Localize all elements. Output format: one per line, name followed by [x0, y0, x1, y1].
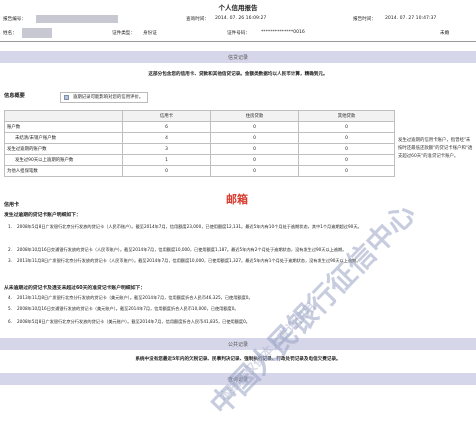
item-text: 2013年11月8日广发银行北京分行发放的贷记卡（美元账户）。截至2014年7月…: [17, 295, 253, 300]
row-label: 未结清/未销户账户数: [4, 132, 123, 144]
header-row-2: 姓名： 证件类型： 身份证 证件号码： **************0016 未…: [0, 28, 476, 38]
credit-card-title: 信用卡: [4, 202, 20, 208]
list-item: 4. 2013年11月8日广发银行北京分行发放的贷记卡（美元账户）。截至2014年…: [8, 295, 474, 301]
overdue-tip-text: 逾期记录可能影响对您的信用评价。: [73, 95, 144, 100]
normal-heading: 从未逾期过的贷记卡及透支未超过60天的准贷记卡账户明细如下：: [4, 286, 145, 291]
overdue-tip: 逾期记录可能影响对您的信用评价。: [60, 92, 149, 103]
summary-col-blank: [4, 110, 123, 122]
summary-title: 信息概要: [4, 93, 25, 99]
cell-other-loan: 0: [298, 165, 395, 177]
id-no-label: 证件号码：: [227, 31, 250, 36]
cell-credit-card: 3: [122, 143, 211, 155]
table-row: 发生过90天以上逾期的账户数 1 0 0: [4, 154, 395, 166]
item-text: 2008年10月16日交通银行发放的贷记卡（美元账户）。截至2014年7月，信用…: [17, 306, 239, 311]
overdue-heading: 发生过逾期的贷记卡账户明细如下：: [4, 213, 81, 218]
redacted-report-no: [36, 15, 118, 23]
cell-housing-loan: 0: [210, 154, 299, 166]
report-no-label: 报告编号：: [3, 17, 26, 22]
summary-header-row: 信用卡 住房贷款 其他贷款: [4, 110, 395, 122]
item-text: 2013年11月8日广发银行北京分行发放的贷记卡（人民币账户）。截至2014年7…: [17, 258, 361, 263]
summary-col-credit-card: 信用卡: [122, 110, 211, 122]
cell-other-loan: 0: [298, 143, 395, 155]
summary-side-note: 发生过逾期的信用卡账户，指曾经"未按时还最低还款额"的贷记卡账户和"透支超过60…: [398, 138, 473, 159]
item-index: 4.: [8, 295, 12, 300]
item-index: 5.: [8, 306, 12, 311]
id-type-value: 身份证: [143, 31, 157, 36]
cell-housing-loan: 0: [210, 132, 299, 144]
cell-credit-card: 0: [122, 165, 211, 177]
item-index: 1.: [8, 224, 12, 229]
report-time-label: 报告时间：: [353, 17, 376, 22]
item-text: 2008年5月8日广发银行北京分行发放的贷记卡（美元账户）。截至2014年7月，…: [17, 319, 250, 324]
table-row: 发生过逾期的账户数 3 0 0: [4, 143, 395, 155]
item-text: 2008年5月8日广发银行北京分行发放的贷记卡（人民币账户）。截至2014年7月…: [17, 224, 362, 229]
cell-housing-loan: 0: [210, 165, 299, 177]
query-time-label: 查询时间：: [186, 17, 209, 22]
cell-other-loan: 0: [298, 121, 395, 133]
credit-report-page: 个人信用报告 报告编号： 查询时间： 2014. 07. 26 16:09:27…: [0, 0, 476, 421]
cell-housing-loan: 0: [210, 143, 299, 155]
list-item: 6. 2008年5月8日广发银行北京分行发放的贷记卡（美元账户）。截至2014年7…: [8, 319, 474, 325]
list-item: 2. 2008年10月16日交通银行发放的贷记卡（人民币账户）。截至2014年7月…: [8, 247, 474, 253]
info-icon: [64, 95, 69, 100]
credit-records-notice: 这部分包含您的信用卡、贷款和其他信贷记录。金额类数据均以人民币计算，精确到元。: [148, 72, 328, 77]
row-label: 发生过90天以上逾期的账户数: [4, 154, 123, 166]
table-row: 账户数 6 0 0: [4, 121, 395, 133]
cell-other-loan: 0: [298, 132, 395, 144]
id-type-label: 证件类型：: [112, 31, 135, 36]
id-no-value: **************0016: [261, 30, 305, 35]
row-label: 发生过逾期的账户数: [4, 143, 123, 155]
cell-credit-card: 6: [122, 121, 211, 133]
report-title: 个人信用报告: [218, 4, 258, 12]
cell-housing-loan: 0: [210, 121, 299, 133]
public-records-band-title: 公共记录: [227, 342, 248, 348]
item-index: 6.: [8, 319, 12, 324]
report-time-value: 2014. 07. 27 10:47:37: [385, 16, 437, 21]
credit-records-band: 信贷记录: [0, 51, 476, 63]
table-row: 未结清/未销户账户数 4 0 0: [4, 132, 395, 144]
list-item: 5. 2008年10月16日交通银行发放的贷记卡（美元账户）。截至2014年7月，…: [8, 306, 474, 312]
row-label: 为他人担保笔数: [4, 165, 123, 177]
cell-credit-card: 4: [122, 132, 211, 144]
public-records-band: 公共记录: [0, 338, 476, 350]
summary-table: 信用卡 住房贷款 其他贷款 账户数 6 0 0 未结清/未销户账户数 4 0 0…: [4, 110, 395, 177]
query-time-value: 2014. 07. 26 16:09:27: [215, 16, 267, 21]
cell-other-loan: 0: [298, 154, 395, 166]
stamp-text: 邮箱: [226, 193, 248, 206]
table-row: 为他人担保笔数 0 0 0: [4, 165, 395, 177]
cell-credit-card: 1: [122, 154, 211, 166]
summary-col-housing-loan: 住房贷款: [210, 110, 299, 122]
item-text: 2008年10月16日交通银行发放的贷记卡（人民币账户）。截至2014年7月，信…: [17, 247, 347, 252]
item-index: 3.: [8, 258, 12, 263]
header-row-1: 报告编号： 查询时间： 2014. 07. 26 16:09:27 报告时间： …: [0, 15, 476, 24]
item-index: 2.: [8, 247, 12, 252]
marital-value: 未婚: [440, 31, 450, 36]
credit-records-band-title: 信贷记录: [227, 55, 248, 61]
name-label: 姓名：: [3, 31, 17, 36]
header-divider: [0, 41, 476, 42]
list-item: 3. 2013年11月8日广发银行北京分行发放的贷记卡（人民币账户）。截至2014…: [8, 258, 474, 264]
summary-col-other-loan: 其他贷款: [298, 110, 395, 122]
watermark-secondary: 本报告仅供本人查询使用: [216, 299, 319, 405]
redacted-name: [22, 28, 52, 38]
row-label: 账户数: [4, 121, 123, 133]
